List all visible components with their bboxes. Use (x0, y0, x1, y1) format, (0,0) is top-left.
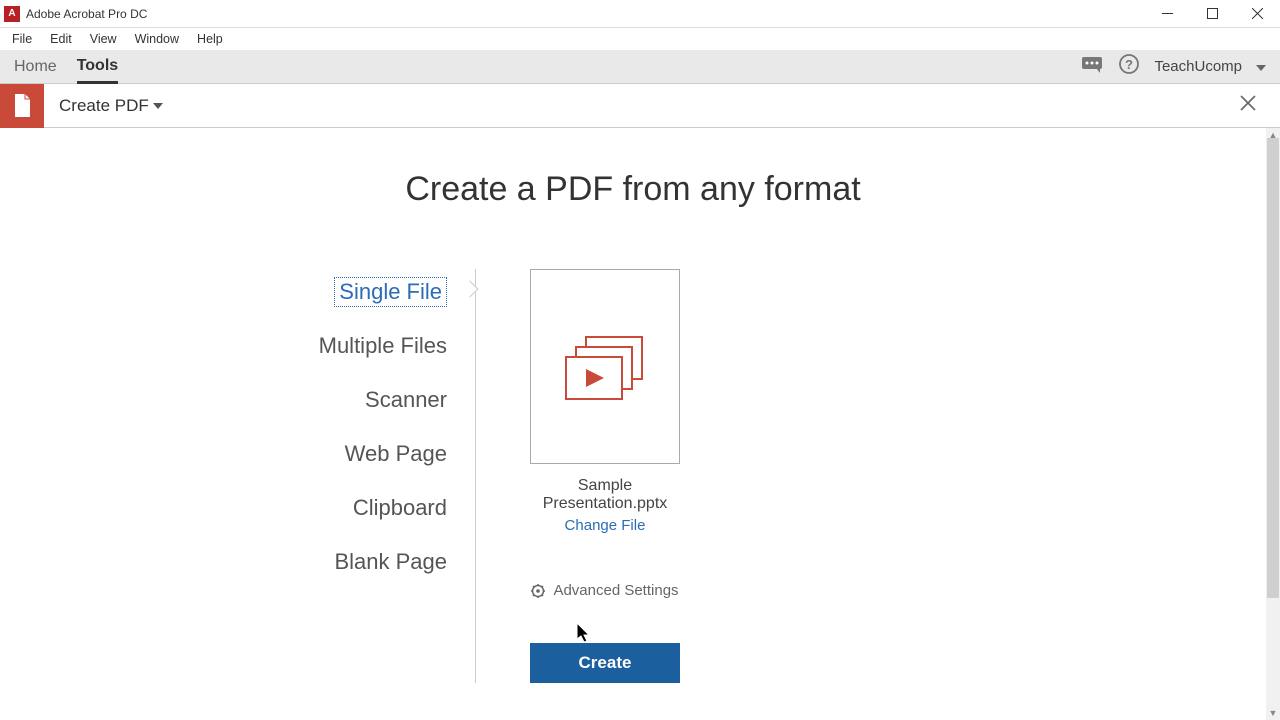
account-dropdown-icon[interactable] (1256, 58, 1266, 76)
menu-view[interactable]: View (82, 30, 125, 48)
notifications-icon[interactable] (1080, 54, 1104, 79)
tab-home[interactable]: Home (14, 52, 57, 82)
tool-label-text: Create PDF (59, 96, 149, 116)
tool-label[interactable]: Create PDF (44, 96, 163, 116)
option-blank-page[interactable]: Blank Page (0, 547, 447, 577)
account-name[interactable]: TeachUcomp (1154, 58, 1242, 75)
option-single-file[interactable]: Single File (334, 277, 447, 307)
maximize-button[interactable] (1190, 0, 1235, 28)
chevron-down-icon (153, 103, 163, 109)
menu-window[interactable]: Window (127, 30, 187, 48)
close-tool-button[interactable] (1232, 90, 1264, 121)
create-pdf-tool-icon (0, 84, 44, 128)
menu-edit[interactable]: Edit (42, 30, 80, 48)
app-title: Adobe Acrobat Pro DC (26, 7, 1145, 21)
scroll-thumb[interactable] (1267, 138, 1279, 598)
option-multiple-files[interactable]: Multiple Files (0, 331, 447, 361)
option-scanner[interactable]: Scanner (0, 385, 447, 415)
presentation-file-icon (564, 333, 646, 401)
source-option-list: Single File Multiple Files Scanner Web P… (0, 269, 476, 683)
menu-file[interactable]: File (4, 30, 40, 48)
app-icon: A (4, 6, 20, 22)
file-preview[interactable] (530, 269, 680, 464)
change-file-link[interactable]: Change File (530, 517, 680, 534)
advanced-settings-link[interactable]: Advanced Settings (530, 582, 680, 599)
close-window-button[interactable] (1235, 0, 1280, 28)
advanced-settings-label: Advanced Settings (553, 582, 678, 599)
menubar: File Edit View Window Help (0, 28, 1280, 50)
page-heading: Create a PDF from any format (0, 170, 1266, 209)
menu-help[interactable]: Help (189, 30, 231, 48)
help-icon[interactable]: ? (1118, 53, 1140, 80)
create-button[interactable]: Create (530, 643, 680, 683)
scroll-down-arrow[interactable]: ▼ (1266, 706, 1280, 720)
svg-text:?: ? (1125, 57, 1133, 72)
minimize-button[interactable] (1145, 0, 1190, 28)
selected-file-name: Sample Presentation.pptx (530, 477, 680, 513)
option-web-page[interactable]: Web Page (0, 439, 447, 469)
option-clipboard[interactable]: Clipboard (0, 493, 447, 523)
tab-tools[interactable]: Tools (77, 51, 118, 84)
gear-icon (531, 584, 545, 598)
vertical-scrollbar[interactable]: ▲ ▼ (1266, 128, 1280, 720)
